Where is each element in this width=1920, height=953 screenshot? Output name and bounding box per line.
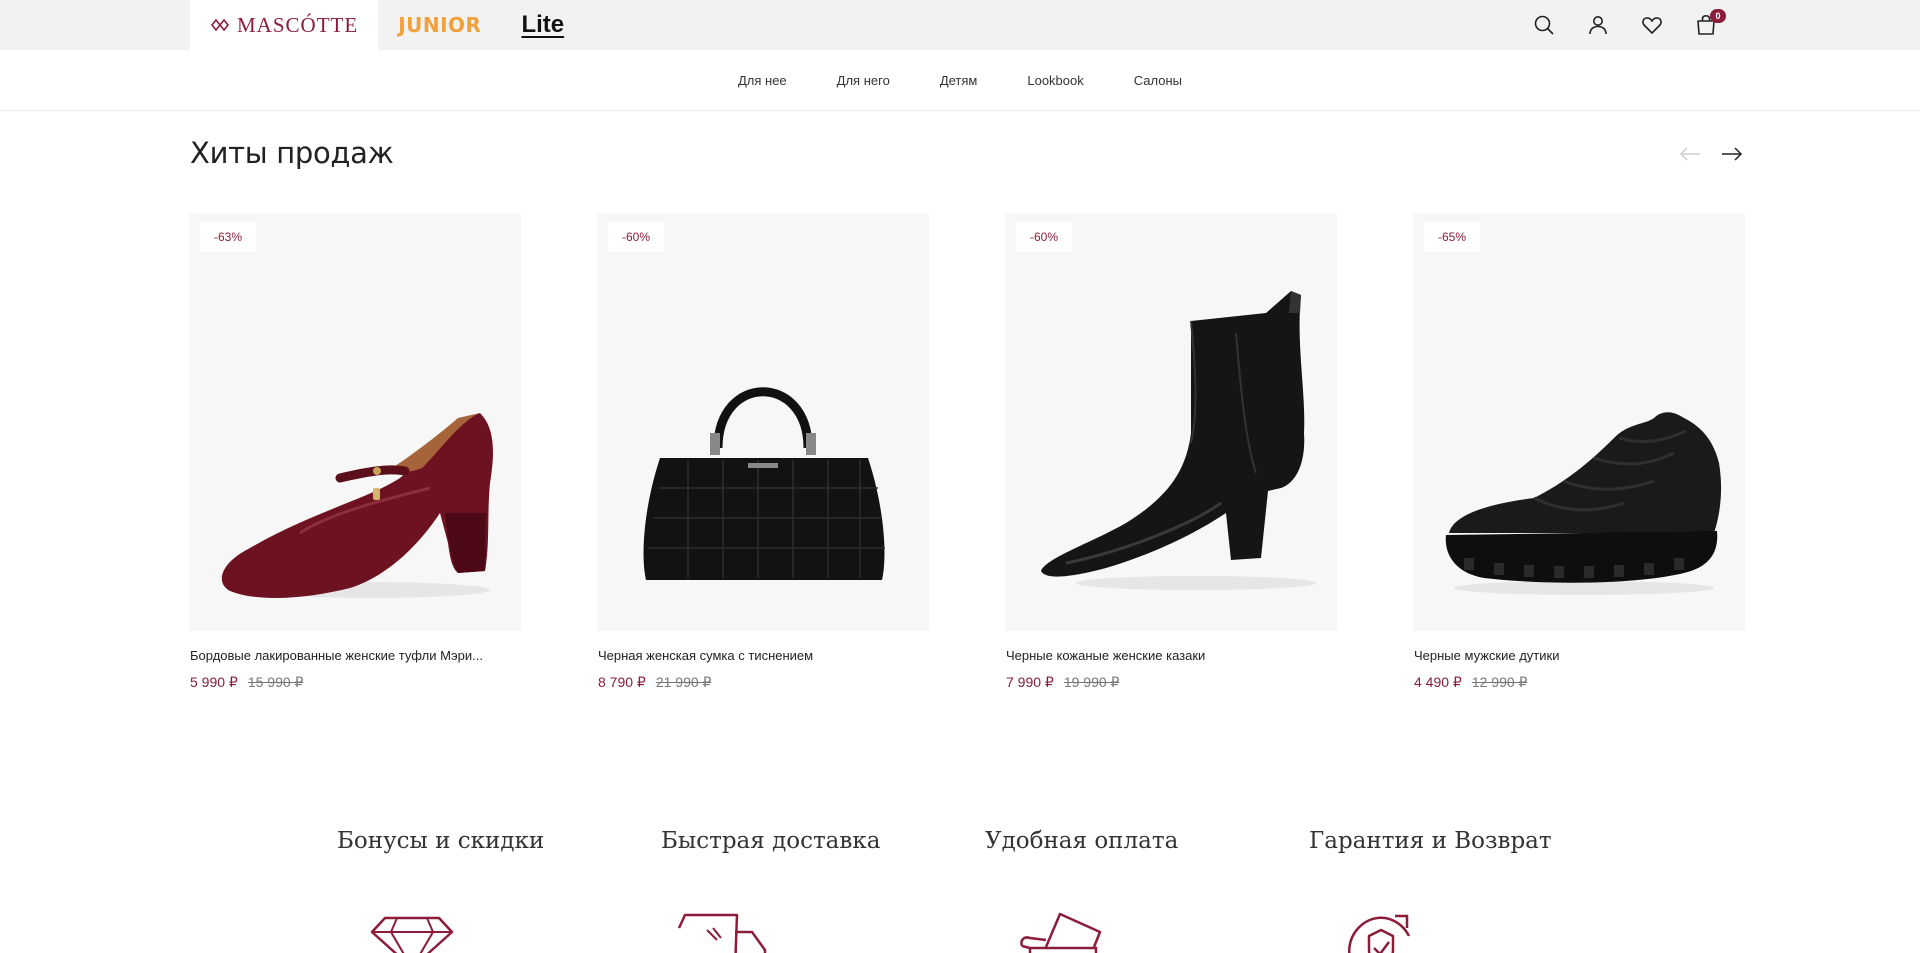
product-image[interactable]: -60% [598, 213, 929, 631]
product-card[interactable]: -60% Черные кожаные женские казаки 7 990… [1006, 213, 1337, 691]
header-actions: 0 [1530, 0, 1726, 50]
benefit-title-warranty[interactable]: Гарантия и Возврат [1309, 828, 1552, 854]
discount-badge: -60% [1016, 222, 1073, 252]
nav-item-men[interactable]: Для него [837, 73, 890, 88]
product-name[interactable]: Черные кожаные женские казаки [1006, 648, 1337, 663]
product-carousel: -63% Бордовые лакированные женские туфли… [190, 213, 1745, 691]
account-button[interactable] [1584, 11, 1612, 39]
discount-badge: -60% [608, 222, 665, 252]
product-name[interactable]: Черная женская сумка с тиснением [598, 648, 929, 663]
product-name[interactable]: Черные мужские дутики [1414, 648, 1745, 663]
product-card[interactable]: -60% Черная женская сумка с тиснением 8 … [598, 213, 929, 691]
product-old-price: 15 990 ₽ [247, 674, 304, 690]
top-bar: MASCÓTTE JUNIOR Lite 0 [0, 0, 1920, 50]
product-prices: 7 990 ₽ 19 990 ₽ [1006, 674, 1337, 691]
nav-item-kids[interactable]: Детям [940, 73, 978, 88]
product-prices: 4 490 ₽ 12 990 ₽ [1414, 674, 1745, 691]
carousel-controls [1678, 142, 1744, 166]
product-prices: 5 990 ₽ 15 990 ₽ [190, 674, 521, 691]
discount-badge: -65% [1424, 222, 1481, 252]
brand-tab-lite[interactable]: Lite [501, 0, 584, 50]
mascotte-logo: MASCÓTTE [210, 13, 358, 38]
carousel-next-arrow-icon[interactable] [1720, 142, 1744, 166]
product-old-price: 19 990 ₽ [1063, 674, 1120, 690]
brand-tab-junior[interactable]: JUNIOR [378, 0, 501, 50]
brand-tabs: MASCÓTTE JUNIOR Lite [190, 0, 584, 50]
mascotte-logo-icon [210, 18, 230, 32]
truck-icon [677, 913, 767, 953]
product-price: 5 990 ₽ [190, 674, 238, 690]
cart-button[interactable]: 0 [1692, 9, 1726, 39]
cart-count-badge: 0 [1710, 9, 1726, 23]
burgundy-mary-jane-shoe-image [221, 413, 493, 599]
benefit-title-payment[interactable]: Удобная оплата [985, 828, 1178, 854]
search-button[interactable] [1530, 11, 1558, 39]
diamond-icon [370, 916, 454, 953]
product-price: 4 490 ₽ [1414, 674, 1462, 690]
shield-return-icon [1347, 914, 1411, 953]
product-card[interactable]: -63% Бордовые лакированные женские туфли… [190, 213, 521, 691]
junior-logo: JUNIOR [398, 13, 482, 37]
product-old-price: 12 990 ₽ [1471, 674, 1528, 690]
section-title: Хиты продаж [190, 136, 394, 170]
wallet-icon [1020, 912, 1102, 953]
search-icon [1534, 15, 1554, 35]
black-leather-ankle-boot-image [1041, 291, 1316, 590]
discount-badge: -63% [200, 222, 257, 252]
product-prices: 8 790 ₽ 21 990 ₽ [598, 674, 929, 691]
heart-icon [1642, 17, 1662, 34]
favorites-button[interactable] [1638, 11, 1666, 39]
brand-tab-mascotte[interactable]: MASCÓTTE [190, 0, 379, 50]
product-card[interactable]: -65% Черные мужские дутики 4 490 ₽ 12 99… [1414, 213, 1745, 691]
lite-logo: Lite [521, 11, 565, 38]
black-croc-handbag-image [643, 387, 885, 580]
product-name[interactable]: Бордовые лакированные женские туфли Мэри… [190, 648, 521, 663]
nav-item-stores[interactable]: Салоны [1134, 73, 1182, 88]
product-old-price: 21 990 ₽ [655, 674, 712, 690]
product-price: 7 990 ₽ [1006, 674, 1054, 690]
nav-item-women[interactable]: Для нее [738, 73, 787, 88]
user-icon [1589, 16, 1607, 35]
benefit-title-bonuses[interactable]: Бонусы и скидки [337, 828, 544, 854]
product-image[interactable]: -65% [1414, 213, 1745, 631]
mascotte-logo-text: MASCÓTTE [237, 12, 359, 37]
product-price: 8 790 ₽ [598, 674, 646, 690]
black-padded-sneaker-image [1445, 412, 1722, 595]
product-image[interactable]: -63% [190, 213, 521, 631]
main-nav: Для нее Для него Детям Lookbook Салоны [0, 50, 1920, 111]
carousel-prev-arrow-icon[interactable] [1678, 142, 1702, 166]
product-image[interactable]: -60% [1006, 213, 1337, 631]
benefit-title-delivery[interactable]: Быстрая доставка [661, 828, 880, 854]
nav-item-lookbook[interactable]: Lookbook [1027, 73, 1083, 88]
